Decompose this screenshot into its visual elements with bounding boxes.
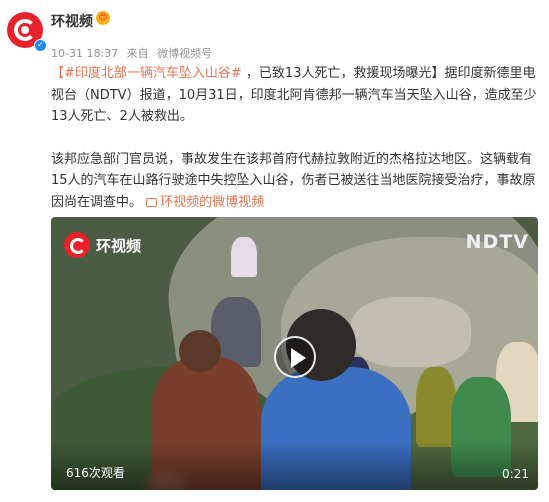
video-player[interactable]: 环视频 NDTV 616次观看 0:21 bbox=[51, 217, 538, 490]
post-paragraph-1: 【#印度北部一辆汽车坠入山谷# ，已致13人死亡，救援现场曝光】据印度新德里电视… bbox=[51, 63, 537, 128]
video-source-label: 环视频的微博视频 bbox=[160, 194, 265, 210]
avatar[interactable]: ✓ bbox=[7, 12, 47, 52]
emoji-badge-icon: 😍 bbox=[96, 11, 110, 25]
post-time[interactable]: 10-31 18:37 bbox=[51, 47, 118, 60]
topic-link[interactable]: 【#印度北部一辆汽车坠入山谷# bbox=[51, 66, 242, 81]
video-link-icon bbox=[146, 197, 158, 207]
post-meta: 10-31 18:37 来自 微博视频号 bbox=[51, 45, 217, 61]
post-paragraph-2-text: 该邦应急部门官员说，事故发生在该邦首府代赫拉敦附近的杰格拉达地区。这辆载有15人… bbox=[51, 151, 536, 210]
ndtv-logo: NDTV bbox=[465, 231, 529, 253]
huanshipin-logo-icon bbox=[64, 232, 90, 258]
post-from-label: 来自 bbox=[126, 47, 149, 60]
view-count: 616次观看 bbox=[66, 466, 125, 480]
video-watermark: 环视频 bbox=[64, 232, 141, 258]
username[interactable]: 环视频 bbox=[51, 11, 93, 31]
video-duration: 0:21 bbox=[502, 467, 529, 481]
verified-icon: ✓ bbox=[34, 39, 47, 52]
watermark-text: 环视频 bbox=[96, 236, 142, 255]
post-source[interactable]: 微博视频号 bbox=[157, 47, 212, 60]
post-paragraph-2: 该邦应急部门官员说，事故发生在该邦首府代赫拉敦附近的杰格拉达地区。这辆载有15人… bbox=[51, 149, 537, 214]
logo-dot bbox=[21, 26, 29, 34]
play-icon[interactable] bbox=[274, 336, 316, 378]
video-source-link[interactable]: 环视频的微博视频 bbox=[146, 195, 264, 210]
post-text: 【#印度北部一辆汽车坠入山谷# ，已致13人死亡，救援现场曝光】据印度新德里电视… bbox=[51, 63, 537, 213]
